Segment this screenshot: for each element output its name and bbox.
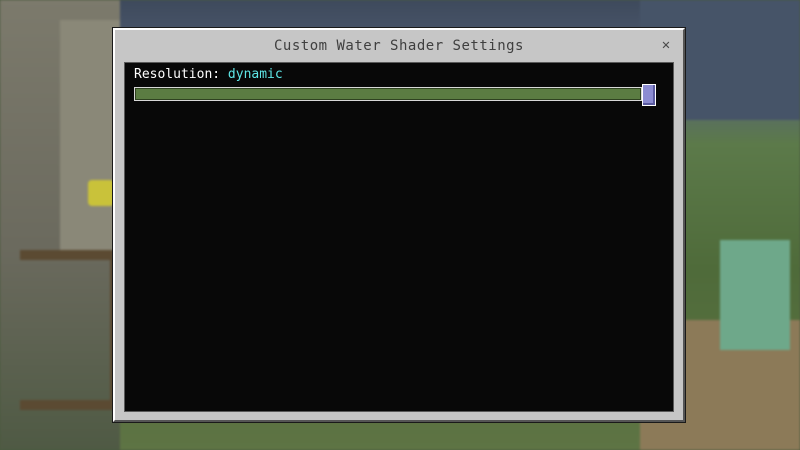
resolution-label-row: Resolution: dynamic (134, 67, 283, 85)
fence (20, 250, 120, 410)
slider-thumb[interactable] (642, 84, 656, 106)
dialog-titlebar: Custom Water Shader Settings ✕ (115, 30, 683, 62)
settings-dialog: Custom Water Shader Settings ✕ Resolutio… (113, 28, 685, 422)
mob-figure (720, 240, 790, 350)
flower (88, 180, 114, 206)
dialog-title: Custom Water Shader Settings (273, 38, 524, 54)
resolution-label: Resolution: (134, 67, 221, 82)
house-wall (60, 20, 120, 260)
close-icon[interactable]: ✕ (657, 36, 675, 54)
settings-panel: Resolution: dynamic (124, 62, 674, 412)
slider-track[interactable] (134, 87, 642, 101)
resolution-value: dynamic (227, 67, 283, 82)
resolution-slider[interactable] (134, 84, 656, 106)
